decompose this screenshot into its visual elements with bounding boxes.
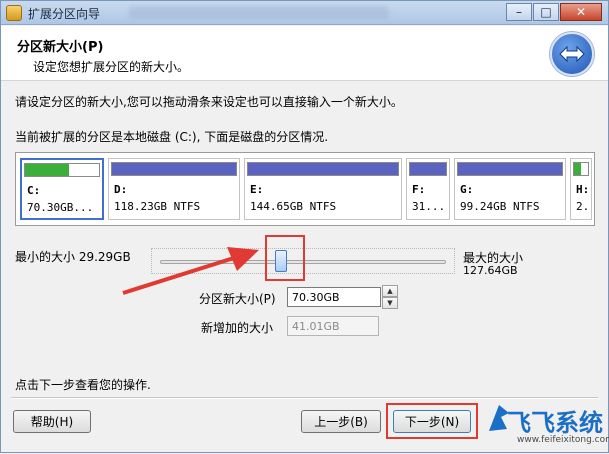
wizard-arrows-icon (550, 32, 594, 76)
new-size-stepper[interactable]: ▲ ▼ (382, 285, 398, 309)
partition-letter: F: (412, 183, 426, 196)
partition-h[interactable]: H: 2. (570, 158, 592, 220)
usage-fill (458, 163, 562, 175)
usage-bar (573, 162, 589, 176)
wizard-header: 分区新大小(P) 设定您想扩展分区的新大小。 (1, 26, 608, 81)
added-size-label: 新增加的大小 (201, 321, 274, 335)
app-icon (6, 5, 22, 21)
max-size-value: 127.64GB (463, 264, 518, 277)
usage-fill (410, 163, 446, 175)
watermark-logo: 飞飞系统 www.feifeixitong.com (487, 399, 609, 454)
maximize-icon[interactable]: □ (533, 3, 559, 21)
extend-partition-wizard-window: 扩展分区向导 – □ ✕ 分区新大小(P) 设定您想扩展分区的新大小。 请设定分… (0, 0, 609, 453)
partition-d[interactable]: D: 118.23GB NTFS (108, 158, 240, 220)
partition-letter: G: (460, 183, 474, 196)
usage-bar (247, 162, 399, 176)
annotation-highlight-box (386, 403, 478, 439)
back-button[interactable]: 上一步(B) (301, 410, 381, 433)
usage-fill (25, 164, 70, 176)
partition-info: 118.23GB NTFS (114, 200, 201, 213)
help-button[interactable]: 帮助(H) (13, 410, 91, 433)
close-icon[interactable]: ✕ (560, 3, 602, 21)
usage-bar (409, 162, 447, 176)
partition-info: 31... (412, 200, 446, 213)
partition-e[interactable]: E: 144.65GB NTFS (244, 158, 402, 220)
annotation-highlight-box (265, 235, 305, 281)
usage-bar (24, 163, 100, 177)
window-controls: – □ ✕ (505, 3, 602, 22)
min-size-label: 最小的大小 29.29GB (15, 250, 131, 264)
partition-letter: H: (576, 183, 590, 196)
spin-up-icon[interactable]: ▲ (382, 285, 398, 297)
page-title: 分区新大小(P) (17, 40, 104, 55)
watermark-text: 飞飞系统 (507, 409, 603, 437)
usage-fill (248, 163, 398, 175)
added-size-field (287, 316, 379, 336)
window-title: 扩展分区向导 (28, 7, 101, 21)
current-partition-text: 当前被扩展的分区是本地磁盘 (C:), 下面是磁盘的分区情况. (15, 130, 329, 144)
usage-bar (111, 162, 237, 176)
instruction-text: 请设定分区的新大小,您可以拖动滑条来设定也可以直接输入一个新大小。 (15, 95, 403, 109)
blurred-title-area (129, 6, 389, 19)
usage-fill (574, 163, 581, 175)
partition-f[interactable]: F: 31... (406, 158, 450, 220)
title-bar[interactable]: 扩展分区向导 – □ ✕ (1, 1, 608, 25)
partition-info: 70.30GB... (27, 201, 94, 214)
partition-c[interactable]: C: 70.30GB... (20, 158, 104, 220)
partition-info: 99.24GB NTFS (460, 200, 540, 213)
spin-down-icon[interactable]: ▼ (382, 297, 398, 309)
disk-map: C: 70.30GB... D: 118.23GB NTFS E: 144.65… (15, 152, 595, 226)
new-size-label: 分区新大小(P) (199, 292, 276, 306)
partition-letter: D: (114, 183, 128, 196)
partition-letter: E: (250, 183, 264, 196)
minimize-icon[interactable]: – (506, 3, 532, 21)
footer-hint: 点击下一步查看您的操作. (15, 378, 151, 392)
page-subtitle: 设定您想扩展分区的新大小。 (33, 60, 190, 74)
partition-g[interactable]: G: 99.24GB NTFS (454, 158, 566, 220)
watermark-url: www.feifeixitong.com (517, 435, 609, 445)
partition-letter: C: (27, 184, 41, 197)
usage-fill (112, 163, 236, 175)
usage-bar (457, 162, 563, 176)
new-size-input[interactable] (287, 287, 381, 307)
partition-info: 144.65GB NTFS (250, 200, 337, 213)
partition-info: 2. (576, 200, 590, 213)
